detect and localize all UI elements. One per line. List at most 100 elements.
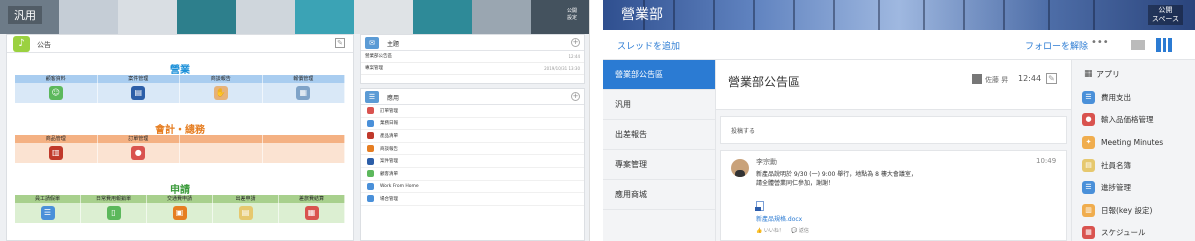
- avatar[interactable]: [731, 159, 749, 177]
- edit-icon[interactable]: ✎: [335, 38, 345, 48]
- announcement-title: 公告: [37, 41, 51, 49]
- link-label[interactable]: 出差申請: [213, 195, 279, 203]
- right-screenshot: 營業部 公開 スペース スレッドを追加 フォローを解除 ••• 營業部公告區 汎用…: [603, 0, 1195, 241]
- section-title-sales: 營業: [170, 65, 190, 76]
- link-label[interactable]: 案件管理: [98, 75, 180, 83]
- comment-text: 新產品說明於 9/30 (一) 9:00 舉行，地點為 8 樓大會議室，: [756, 171, 917, 178]
- thread-main: 營業部公告區 佐藤 昇 12:44 ✎ 投稿する 李宗勳 10:49 新產品說明…: [716, 60, 1071, 241]
- document-icon[interactable]: ▤: [238, 206, 253, 220]
- app-icon: [367, 170, 374, 178]
- space-title: 營業部: [621, 7, 663, 23]
- thread-author[interactable]: 佐藤 昇: [985, 75, 1008, 85]
- comment-text: 請全體營業同仁參加，謝謝！: [756, 180, 835, 187]
- calculator-icon[interactable]: ▦: [296, 86, 311, 100]
- add-thread-link[interactable]: スレッドを追加: [617, 39, 680, 52]
- nav-item-app-store[interactable]: 應用商城: [603, 180, 715, 210]
- bell-icon: ♪: [13, 36, 30, 52]
- nav-item-trip-report[interactable]: 出差報告: [603, 120, 715, 150]
- nav-item-sales-announcements[interactable]: 營業部公告區: [603, 60, 715, 90]
- threads-panel: ✉ 主題 + 營業部公告區 12:44 專案管理 2019/10/31 13:30: [360, 34, 585, 84]
- link-label[interactable]: 商談報告: [180, 75, 263, 83]
- app-item[interactable]: ● 輸入品価格管理: [1072, 109, 1195, 132]
- link-label[interactable]: 日常費用報銷單: [81, 195, 147, 203]
- calendar-icon: ▦: [1082, 226, 1095, 240]
- app-item[interactable]: ▤ 社員名簿: [1072, 154, 1195, 177]
- calendar-icon[interactable]: ▦: [304, 206, 319, 220]
- thread-item[interactable]: 營業部公告區 12:44: [361, 51, 584, 63]
- like-button[interactable]: 👍 いいね！: [756, 227, 784, 234]
- app-item[interactable]: 顧客清單: [361, 168, 584, 181]
- link-label[interactable]: 報價管理: [263, 75, 345, 83]
- notebook-icon[interactable]: ▤: [131, 86, 146, 100]
- layout-columns-icon[interactable]: [1156, 38, 1172, 52]
- apps-panel: ☰ 應用 + 訂單管理 業務日報 產品清單 商談報告 案件管理 顧客清單 Wor…: [360, 88, 585, 241]
- list-icon[interactable]: ☰: [40, 206, 55, 220]
- app-item[interactable]: 訂單管理: [361, 105, 584, 118]
- link-label[interactable]: 交通費申請: [147, 195, 213, 203]
- announcement-board: ♪ 公告 ✎ 營業 顧客資料 案件管理 商談報告 報價管理 ☺ ▤ ✋ ▦ 會計…: [6, 34, 354, 241]
- link-label[interactable]: 商品管理: [15, 135, 98, 143]
- app-item[interactable]: ▥ 日報(key 設定): [1072, 199, 1195, 222]
- section-requests: 員工請假單 日常費用報銷單 交通費申請 出差申請 差旅費結算 ☰ ▯ ▣ ▤ ▦: [15, 195, 345, 223]
- app-item[interactable]: ☰ 費用支出: [1072, 86, 1195, 109]
- section-title-requests: 申請: [170, 185, 190, 196]
- space-public-label: 公開 設定: [566, 8, 577, 21]
- book-icon: ▥: [1082, 203, 1095, 217]
- section-title-accounting: 會計・總務: [155, 125, 205, 136]
- compose-box[interactable]: 投稿する: [720, 116, 1067, 144]
- space-banner: [0, 0, 589, 34]
- link-label[interactable]: 差旅費結算: [279, 195, 345, 203]
- left-screenshot: 汎用 公開 設定 ♪ 公告 ✎ 營業 顧客資料 案件管理 商談報告 報價管理 ☺ …: [0, 0, 590, 241]
- app-item[interactable]: 產品清單: [361, 130, 584, 143]
- list-icon: ☰: [1082, 181, 1095, 195]
- app-item[interactable]: 商談報告: [361, 143, 584, 156]
- app-item[interactable]: Work From Home: [361, 181, 584, 194]
- comment: 李宗勳 10:49 新產品說明於 9/30 (一) 9:00 舉行，地點為 8 …: [720, 150, 1067, 241]
- link-label[interactable]: 員工請假單: [15, 195, 81, 203]
- app-icon: [367, 195, 374, 203]
- thread-item[interactable]: 專案管理 2019/10/31 13:30: [361, 63, 584, 75]
- word-document-icon[interactable]: [755, 201, 764, 211]
- comment-time: 10:49: [1036, 157, 1057, 165]
- app-icon: [367, 145, 374, 153]
- app-item[interactable]: 案件管理: [361, 155, 584, 168]
- app-item[interactable]: ✦ Meeting Minutes: [1072, 131, 1195, 154]
- user-icon: [972, 74, 982, 84]
- compose-placeholder[interactable]: 投稿する: [731, 126, 755, 135]
- comment-author[interactable]: 李宗勳: [756, 157, 777, 167]
- link-label[interactable]: 顧客資料: [15, 75, 98, 83]
- app-icon: [367, 107, 374, 115]
- link-label[interactable]: 訂單管理: [98, 135, 180, 143]
- card-icon: ▤: [1082, 158, 1095, 172]
- nav-item-general[interactable]: 汎用: [603, 90, 715, 120]
- piggybank-icon[interactable]: ●: [131, 146, 146, 160]
- edit-icon[interactable]: ✎: [1046, 73, 1057, 84]
- grid-icon: ▦: [1084, 69, 1093, 79]
- threads-icon: ✉: [365, 37, 379, 49]
- space-title: 汎用: [8, 6, 42, 24]
- app-icon: [367, 132, 374, 140]
- receipt-icon[interactable]: ▯: [106, 206, 121, 220]
- app-icon: [367, 182, 374, 190]
- app-item[interactable]: 業務日報: [361, 118, 584, 131]
- nav-item-project[interactable]: 專案管理: [603, 150, 715, 180]
- box-icon[interactable]: ▥: [48, 146, 63, 160]
- train-icon[interactable]: ▣: [172, 206, 187, 220]
- threads-title: 主題: [387, 41, 400, 48]
- add-icon[interactable]: +: [571, 38, 580, 47]
- attachment-link[interactable]: 新產品規格.docx: [756, 214, 802, 223]
- announcement-header: ♪ 公告 ✎: [7, 35, 353, 53]
- handshake-icon[interactable]: ✋: [213, 86, 228, 100]
- app-item[interactable]: 場合管理: [361, 193, 584, 206]
- reply-button[interactable]: 💬 返信: [791, 227, 809, 234]
- unfollow-link[interactable]: フォローを解除: [1025, 39, 1088, 52]
- more-icon[interactable]: •••: [1091, 37, 1109, 48]
- thread-time: 12:44: [1018, 74, 1042, 83]
- layout-single-icon[interactable]: [1131, 40, 1145, 50]
- add-icon[interactable]: +: [571, 92, 580, 101]
- contacts-icon[interactable]: ☺: [48, 86, 63, 100]
- empty-cell: [263, 135, 345, 143]
- apps-sidebar: ▦ アプリ ☰ 費用支出 ● 輸入品価格管理 ✦ Meeting Minutes ▤ 社…: [1071, 60, 1195, 241]
- app-item[interactable]: ☰ 進捗管理: [1072, 176, 1195, 199]
- app-item[interactable]: ▦ スケジュール: [1072, 222, 1195, 241]
